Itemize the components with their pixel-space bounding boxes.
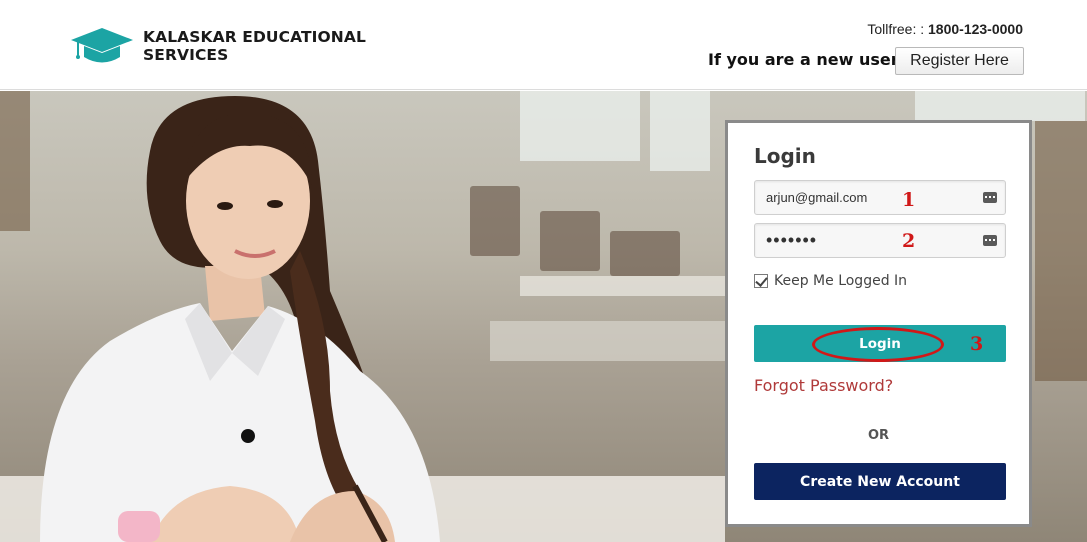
brand-name[interactable]: KALASKAR EDUCATIONAL SERVICES — [143, 28, 366, 64]
create-account-button[interactable]: Create New Account — [754, 463, 1006, 500]
tollfree-number: 1800-123-0000 — [928, 21, 1023, 37]
site-header: KALASKAR EDUCATIONAL SERVICES Tollfree: … — [0, 0, 1087, 90]
brand-line-1: KALASKAR EDUCATIONAL — [143, 28, 366, 46]
email-field[interactable]: arjun@gmail.com — [754, 180, 1006, 215]
brand-line-2: SERVICES — [143, 46, 229, 64]
annotation-step-1: 1 — [902, 189, 916, 211]
annotation-step-3: 3 — [970, 333, 984, 355]
student-photo — [40, 96, 440, 542]
password-field[interactable]: ••••••• — [754, 223, 1006, 258]
autofill-icon[interactable] — [983, 192, 997, 203]
tollfree-info: Tollfree: : 1800-123-0000 — [867, 21, 1023, 37]
login-title: Login — [754, 144, 816, 168]
annotation-step-2: 2 — [902, 230, 916, 252]
autofill-icon[interactable] — [983, 235, 997, 246]
forgot-password-link[interactable]: Forgot Password? — [754, 376, 893, 395]
annotation-circle — [812, 327, 944, 362]
register-button[interactable]: Register Here — [895, 47, 1024, 75]
keep-logged-in-label: Keep Me Logged In — [774, 273, 908, 289]
password-value: ••••••• — [766, 230, 818, 250]
login-panel: Login arjun@gmail.com 1 ••••••• 2 Keep M… — [725, 120, 1032, 527]
tollfree-label: Tollfree: : — [867, 21, 925, 37]
new-user-text: If you are a new user! — [708, 50, 906, 69]
keep-logged-in[interactable]: Keep Me Logged In — [754, 273, 907, 289]
or-divider: OR — [867, 428, 890, 443]
email-value: arjun@gmail.com — [766, 190, 868, 205]
graduation-cap-icon[interactable] — [70, 26, 134, 66]
keep-logged-in-checkbox[interactable] — [754, 274, 768, 288]
